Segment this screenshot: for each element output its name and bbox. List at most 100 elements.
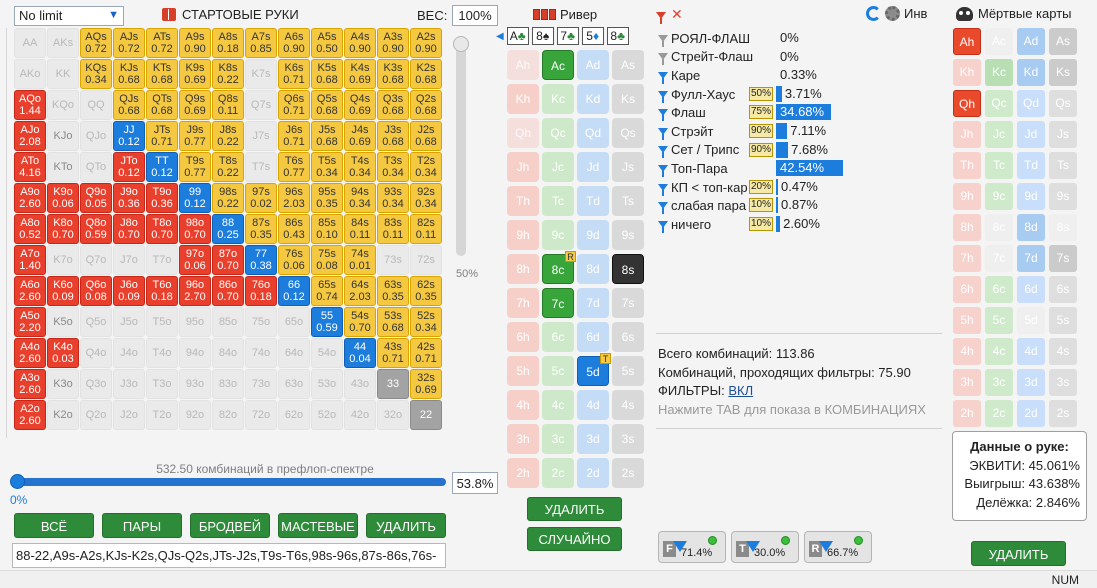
hand-cell-KJs[interactable]: KJs 0.68 bbox=[113, 59, 145, 89]
hand-cell-A2o[interactable]: A2o 2.60 bbox=[14, 400, 46, 430]
hand-cell-A7s[interactable]: A7s 0.85 bbox=[245, 28, 277, 58]
hand-cell-Q2s[interactable]: Q2s 0.68 bbox=[410, 90, 442, 120]
pairs-button[interactable]: ПАРЫ bbox=[102, 513, 182, 538]
invert-label[interactable]: Инв bbox=[904, 6, 927, 21]
range-percent-input[interactable]: 53.8% bbox=[452, 472, 498, 494]
hand-cell-K9s[interactable]: K9s 0.69 bbox=[179, 59, 211, 89]
hand-cell-72o[interactable]: 72o bbox=[245, 400, 277, 430]
hand-cell-Q5s[interactable]: Q5s 0.68 bbox=[311, 90, 343, 120]
hand-cell-93o[interactable]: 93o bbox=[179, 369, 211, 399]
hand-cell-T5s[interactable]: T5s 0.34 bbox=[311, 152, 343, 182]
dead-card-Kd[interactable]: Kd bbox=[1017, 59, 1045, 86]
dead-card-3s[interactable]: 3s bbox=[1049, 369, 1077, 396]
river-card-Qh[interactable]: Qh bbox=[507, 118, 539, 148]
hand-cell-87s[interactable]: 87s 0.35 bbox=[245, 214, 277, 244]
dead-card-5d[interactable]: 5d bbox=[1017, 307, 1045, 334]
weight-vertical-slider[interactable] bbox=[453, 36, 469, 256]
dead-card-Jd[interactable]: Jd bbox=[1017, 121, 1045, 148]
dead-card-Ac[interactable]: Ac bbox=[985, 28, 1013, 55]
hand-cell-T3s[interactable]: T3s 0.34 bbox=[377, 152, 409, 182]
hand-cell-Q6o[interactable]: Q6o 0.08 bbox=[80, 276, 112, 306]
dead-card-3d[interactable]: 3d bbox=[1017, 369, 1045, 396]
hand-cell-94s[interactable]: 94s 0.34 bbox=[344, 183, 376, 213]
hand-cell-A4s[interactable]: A4s 0.90 bbox=[344, 28, 376, 58]
hand-cell-32o[interactable]: 32o bbox=[377, 400, 409, 430]
dead-card-3h[interactable]: 3h bbox=[953, 369, 981, 396]
river-card-8h[interactable]: 8h bbox=[507, 254, 539, 284]
hand-cell-T2s[interactable]: T2s 0.34 bbox=[410, 152, 442, 182]
funnel-icon[interactable] bbox=[658, 53, 668, 66]
hand-cell-33[interactable]: 33 bbox=[377, 369, 409, 399]
hand-cell-T9s[interactable]: T9s 0.77 bbox=[179, 152, 211, 182]
hand-cell-AQs[interactable]: AQs 0.72 bbox=[80, 28, 112, 58]
hand-cell-54s[interactable]: 54s 0.70 bbox=[344, 307, 376, 337]
dead-card-5s[interactable]: 5s bbox=[1049, 307, 1077, 334]
left-scroll-edge[interactable] bbox=[0, 28, 7, 438]
dead-card-7h[interactable]: 7h bbox=[953, 245, 981, 272]
river-card-9h[interactable]: 9h bbox=[507, 220, 539, 250]
filter-row[interactable]: Флаш 75% 34.68% bbox=[658, 103, 831, 122]
filter-threshold-input[interactable]: 20% bbox=[749, 179, 774, 194]
hand-cell-K3s[interactable]: K3s 0.68 bbox=[377, 59, 409, 89]
river-card-5s[interactable]: 5s bbox=[612, 356, 644, 386]
hand-cell-QQ[interactable]: QQ bbox=[80, 90, 112, 120]
hand-cell-74o[interactable]: 74o bbox=[245, 338, 277, 368]
funnel-icon[interactable] bbox=[658, 183, 668, 196]
filter-row[interactable]: ничего 10% 2.60% bbox=[658, 215, 820, 234]
hand-cell-T4s[interactable]: T4s 0.34 bbox=[344, 152, 376, 182]
river-card-Qd[interactable]: Qd bbox=[577, 118, 609, 148]
hand-cell-J7o[interactable]: J7o bbox=[113, 245, 145, 275]
filters-toggle-link[interactable]: ВКЛ bbox=[728, 383, 753, 398]
hand-cell-53s[interactable]: 53s 0.68 bbox=[377, 307, 409, 337]
hand-cell-T6o[interactable]: T6o 0.18 bbox=[146, 276, 178, 306]
river-card-6s[interactable]: 6s bbox=[612, 322, 644, 352]
hand-cell-A2s[interactable]: A2s 0.90 bbox=[410, 28, 442, 58]
hand-cell-42s[interactable]: 42s 0.71 bbox=[410, 338, 442, 368]
dead-card-2h[interactable]: 2h bbox=[953, 400, 981, 427]
filter-row[interactable]: Топ-Пара 42.54% bbox=[658, 159, 844, 178]
hand-cell-92s[interactable]: 92s 0.34 bbox=[410, 183, 442, 213]
hand-cell-A7o[interactable]: A7o 1.40 bbox=[14, 245, 46, 275]
hand-cell-95s[interactable]: 95s 0.35 bbox=[311, 183, 343, 213]
funnel-icon[interactable] bbox=[658, 90, 668, 103]
river-card-4h[interactable]: 4h bbox=[507, 390, 539, 420]
hand-cell-KQs[interactable]: KQs 0.34 bbox=[80, 59, 112, 89]
hand-cell-J4o[interactable]: J4o bbox=[113, 338, 145, 368]
dead-card-Tc[interactable]: Tc bbox=[985, 152, 1013, 179]
dead-card-9d[interactable]: 9d bbox=[1017, 183, 1045, 210]
dead-card-2s[interactable]: 2s bbox=[1049, 400, 1077, 427]
hand-cell-53o[interactable]: 53o bbox=[311, 369, 343, 399]
hand-cell-95o[interactable]: 95o bbox=[179, 307, 211, 337]
quick-filter-T[interactable]: T 30.0% bbox=[731, 531, 799, 563]
hand-cell-T5o[interactable]: T5o bbox=[146, 307, 178, 337]
hand-cell-22[interactable]: 22 bbox=[410, 400, 442, 430]
filter-row[interactable]: слабая пара 10% 0.87% bbox=[658, 196, 818, 215]
slider-knob[interactable] bbox=[453, 36, 469, 52]
river-card-As[interactable]: As bbox=[612, 50, 644, 80]
filter-row[interactable]: Сет / Трипс 90% 7.68% bbox=[658, 141, 828, 160]
river-card-7d[interactable]: 7d bbox=[577, 288, 609, 318]
river-card-2d[interactable]: 2d bbox=[577, 458, 609, 488]
river-card-Ah[interactable]: Ah bbox=[507, 50, 539, 80]
hand-cell-52o[interactable]: 52o bbox=[311, 400, 343, 430]
hand-cell-J6o[interactable]: J6o 0.09 bbox=[113, 276, 145, 306]
hand-cell-64s[interactable]: 64s 2.03 bbox=[344, 276, 376, 306]
hand-cell-98o[interactable]: 98o 0.70 bbox=[179, 214, 211, 244]
dead-card-5c[interactable]: 5c bbox=[985, 307, 1013, 334]
hand-cell-A9s[interactable]: A9s 0.90 bbox=[179, 28, 211, 58]
hand-cell-ATo[interactable]: ATo 4.16 bbox=[14, 152, 46, 182]
river-card-9d[interactable]: 9d bbox=[577, 220, 609, 250]
dead-card-9h[interactable]: 9h bbox=[953, 183, 981, 210]
dead-card-8c[interactable]: 8c bbox=[985, 214, 1013, 241]
river-card-Js[interactable]: Js bbox=[612, 152, 644, 182]
hand-cell-T3o[interactable]: T3o bbox=[146, 369, 178, 399]
river-card-Jd[interactable]: Jd bbox=[577, 152, 609, 182]
hand-cell-99[interactable]: 99 0.12 bbox=[179, 183, 211, 213]
weight-input[interactable]: 100% bbox=[452, 5, 498, 26]
hand-cell-Q8s[interactable]: Q8s 0.11 bbox=[212, 90, 244, 120]
hand-cell-52s[interactable]: 52s 0.34 bbox=[410, 307, 442, 337]
dead-card-9c[interactable]: 9c bbox=[985, 183, 1013, 210]
hand-cell-Q8o[interactable]: Q8o 0.59 bbox=[80, 214, 112, 244]
river-card-8d[interactable]: 8d bbox=[577, 254, 609, 284]
hand-cell-Q7o[interactable]: Q7o bbox=[80, 245, 112, 275]
